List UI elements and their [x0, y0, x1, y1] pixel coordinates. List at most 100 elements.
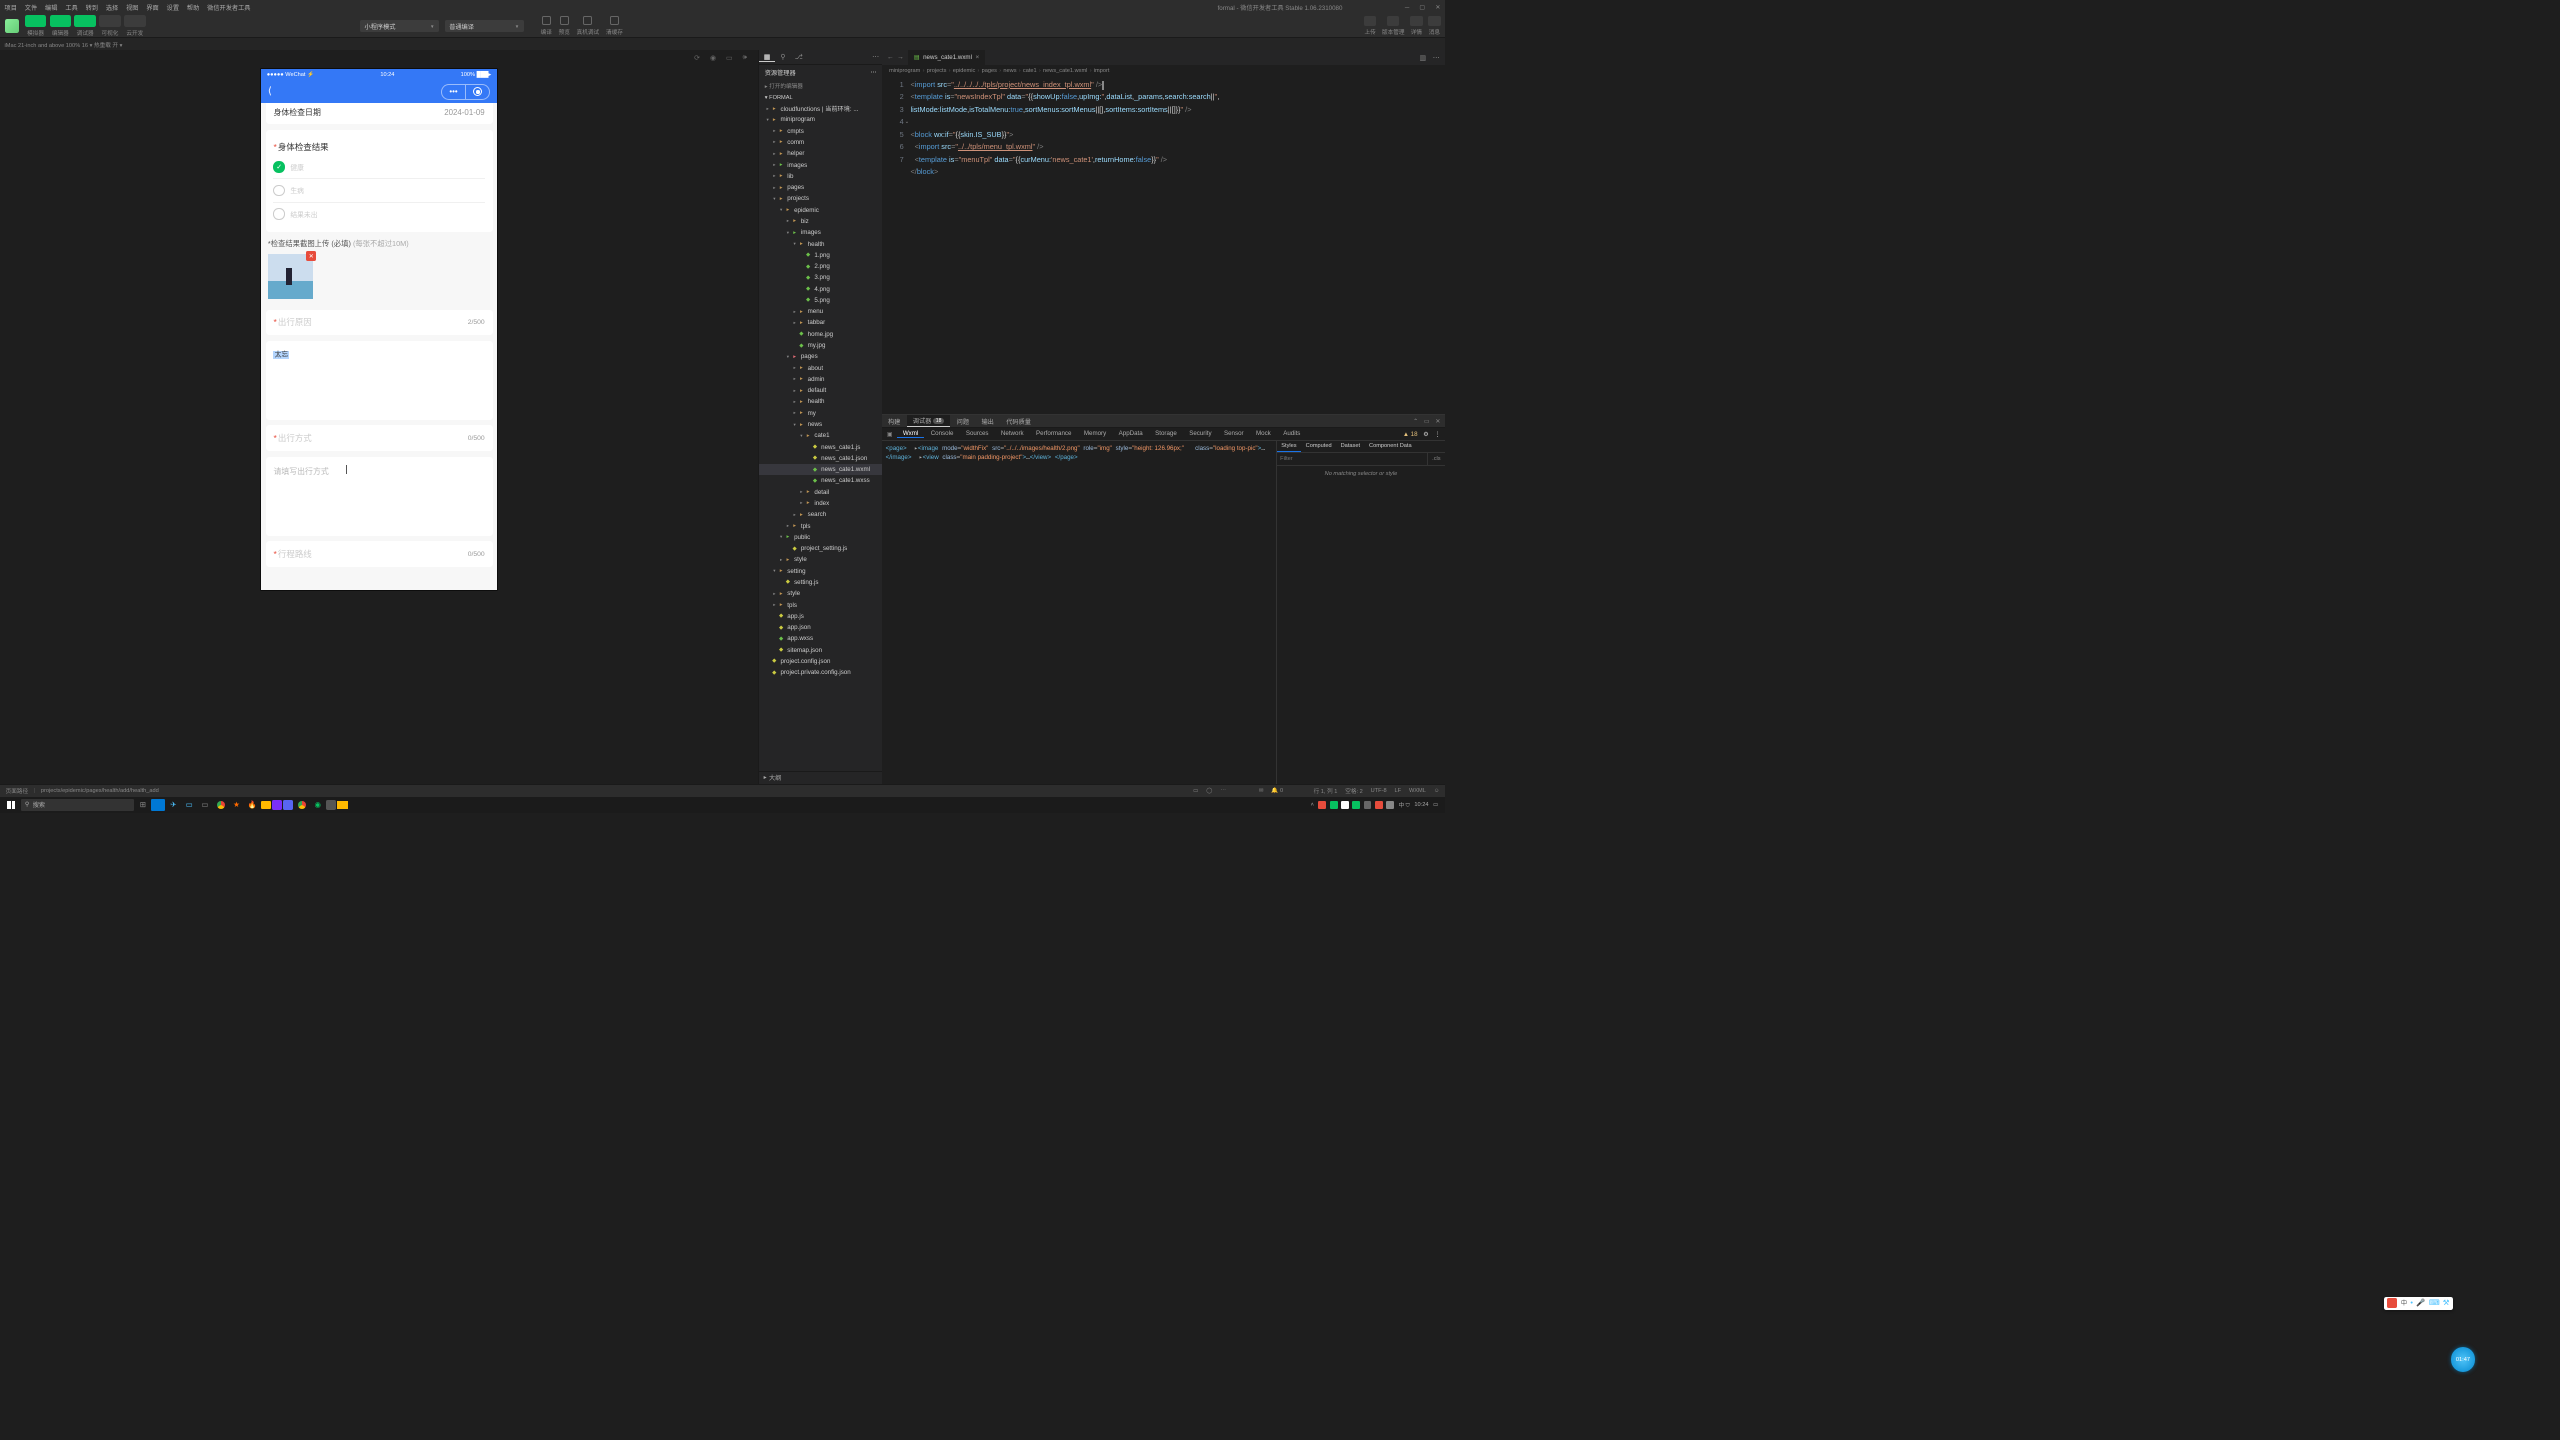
tree-item[interactable]: ▾▸pages [759, 351, 882, 362]
file-tree[interactable]: ▸▸cloudfunctions | 当前环境: ...▾▸miniprogra… [759, 103, 882, 771]
devtools-sub-tab[interactable]: Console [925, 430, 959, 438]
breadcrumb[interactable]: miniprogram›projects›epidemic›pages›news… [882, 65, 1445, 76]
phone-content[interactable]: 身体检查日期 2024-01-09 身体检查结果 健康 生病 [261, 103, 497, 590]
code-editor[interactable]: 1234567 <import src="../../../../../tpls… [882, 77, 1445, 414]
scene-icon[interactable]: ▭ [1193, 788, 1198, 794]
tree-item[interactable]: ◆1.png [759, 250, 882, 261]
tree-item[interactable]: ◆3.png [759, 272, 882, 283]
ime-voice-icon[interactable]: 🎤 [2416, 1298, 2425, 1308]
close-devtools-icon[interactable]: ✕ [1435, 418, 1440, 425]
status-item[interactable]: 空格: 2 [1345, 786, 1363, 795]
explorer-more-icon[interactable]: ⋯ [870, 69, 876, 76]
tree-item[interactable]: ▾▸images [759, 227, 882, 238]
breadcrumb-item[interactable]: news [1003, 68, 1016, 74]
tree-item[interactable]: ◆news_cate1.wxml [759, 464, 882, 475]
explorer-icon[interactable] [261, 801, 271, 809]
tree-item[interactable]: ▾▸news [759, 419, 882, 430]
date-value[interactable]: 2024-01-09 [444, 108, 484, 117]
reason-textarea[interactable]: 太忘 [266, 341, 493, 420]
delete-image-icon[interactable]: ✕ [306, 251, 316, 261]
more-icon[interactable]: ⋮ [1434, 431, 1440, 438]
tray-chevron-icon[interactable]: ˄ [1311, 802, 1314, 808]
devtools-sub-tab[interactable]: Sources [960, 430, 994, 438]
radio-sick[interactable]: 生病 [273, 179, 484, 203]
warning-icon[interactable]: ▲ 18 [1403, 431, 1418, 438]
way-textarea[interactable]: 请填写出行方式 [266, 457, 493, 536]
menu-item[interactable]: 视图 [126, 3, 138, 12]
tree-item[interactable]: ▸▸lib [759, 171, 882, 182]
breadcrumb-item[interactable]: import [1094, 68, 1110, 74]
capsule-close-icon[interactable] [465, 84, 490, 100]
more-icon[interactable]: ⋯ [1433, 54, 1440, 62]
app-icon[interactable]: ▭ [182, 798, 197, 812]
toolbar-action[interactable]: 真机调试 [577, 16, 600, 35]
toolbar-action[interactable]: 编译 [541, 16, 552, 35]
tree-item[interactable]: ▸▸helper [759, 148, 882, 159]
tree-item[interactable]: ◆2.png [759, 261, 882, 272]
chrome-icon[interactable] [295, 798, 310, 812]
scm-tab-icon[interactable]: ⎇ [791, 53, 807, 61]
quality-tab[interactable]: 代码质量 [1001, 415, 1037, 428]
tree-item[interactable]: ▸▸index [759, 498, 882, 509]
capsule-button[interactable]: ••• [441, 84, 491, 100]
menu-item[interactable]: 项目 [5, 3, 17, 12]
tree-item[interactable]: ▸▸menu [759, 306, 882, 317]
app-icon[interactable] [272, 800, 282, 810]
notification-icon[interactable]: ▭ [1433, 802, 1438, 808]
breadcrumb-item[interactable]: pages [982, 68, 997, 74]
gear-icon[interactable]: ⚙ [1423, 431, 1429, 438]
tray-icon[interactable] [1318, 801, 1326, 809]
taskbar-search[interactable]: ⚲搜索 [21, 799, 134, 811]
menu-item[interactable]: 编辑 [45, 3, 57, 12]
app-icon[interactable] [283, 800, 293, 810]
devtools-sub-tab[interactable]: Mock [1250, 430, 1276, 438]
devtools-sub-tab[interactable]: Memory [1078, 430, 1112, 438]
tree-item[interactable]: ◆5.png [759, 295, 882, 306]
mode-button[interactable] [25, 15, 46, 27]
status-item[interactable]: 行 1, 列 1 [1314, 786, 1338, 795]
start-button[interactable] [2, 798, 20, 812]
tree-item[interactable]: ◆app.wxss [759, 633, 882, 644]
toolbar-right-action[interactable]: 版本管理 [1382, 16, 1405, 36]
ime-keyboard-icon[interactable]: ⌨ [2429, 1298, 2440, 1308]
tree-item[interactable]: ◆home.jpg [759, 329, 882, 340]
tree-item[interactable]: ▸▸default [759, 385, 882, 396]
devtools-sub-tab[interactable]: AppData [1113, 430, 1148, 438]
tree-item[interactable]: ▾▸health [759, 238, 882, 249]
tree-item[interactable]: ▸▸cmpts [759, 126, 882, 137]
tree-item[interactable]: ◆app.js [759, 611, 882, 622]
tree-item[interactable]: ▸▸search [759, 509, 882, 520]
styles-tab[interactable]: Computed [1301, 441, 1336, 452]
editor-tab-active[interactable]: ▤ news_cate1.wxml × [908, 50, 986, 66]
radio-pending[interactable]: 结果未出 [273, 203, 484, 226]
mode-button[interactable] [74, 15, 95, 27]
more-icon[interactable]: ⋯ [872, 53, 879, 61]
expand-up-icon[interactable]: ⌃ [1413, 418, 1418, 425]
phone-icon[interactable]: ◯ [1206, 788, 1212, 794]
clock[interactable]: 10:24 [1414, 802, 1428, 808]
app-icon[interactable]: 🔥 [245, 798, 260, 812]
search-tab-icon[interactable]: ⚲ [775, 53, 791, 61]
mode-button[interactable] [50, 15, 71, 27]
minimize-icon[interactable]: ─ [1405, 4, 1409, 11]
nav-fwd-icon[interactable]: → [897, 54, 904, 61]
tree-item[interactable]: ▸▸about [759, 362, 882, 373]
devtools-sub-tab[interactable]: Audits [1278, 430, 1306, 438]
tree-item[interactable]: ▾▸miniprogram [759, 114, 882, 125]
tree-item[interactable]: ◆project.config.json [759, 656, 882, 667]
maximize-icon[interactable]: ▢ [1419, 4, 1425, 11]
styles-tab[interactable]: Dataset [1336, 441, 1364, 452]
breadcrumb-item[interactable]: projects [927, 68, 947, 74]
tray-icon[interactable] [1352, 801, 1360, 809]
tree-item[interactable]: ◆app.json [759, 622, 882, 633]
debugger-tab[interactable]: 调试器18 [907, 415, 950, 428]
devtools-sub-tab[interactable]: Wxml [897, 430, 924, 438]
split-icon[interactable]: ▥ [1420, 54, 1426, 62]
menu-item[interactable]: 文件 [25, 3, 37, 12]
open-editors-section[interactable]: ▸ 打开的编辑器 [759, 79, 882, 93]
dom-tree[interactable]: <page> ▸<image mode="widthFix" src="../.… [882, 441, 1275, 784]
tray-icon[interactable] [1375, 801, 1383, 809]
nav-back-icon[interactable]: ← [887, 54, 894, 61]
tab-close-icon[interactable]: × [975, 54, 979, 61]
build-tab[interactable]: 构建 [882, 415, 906, 428]
